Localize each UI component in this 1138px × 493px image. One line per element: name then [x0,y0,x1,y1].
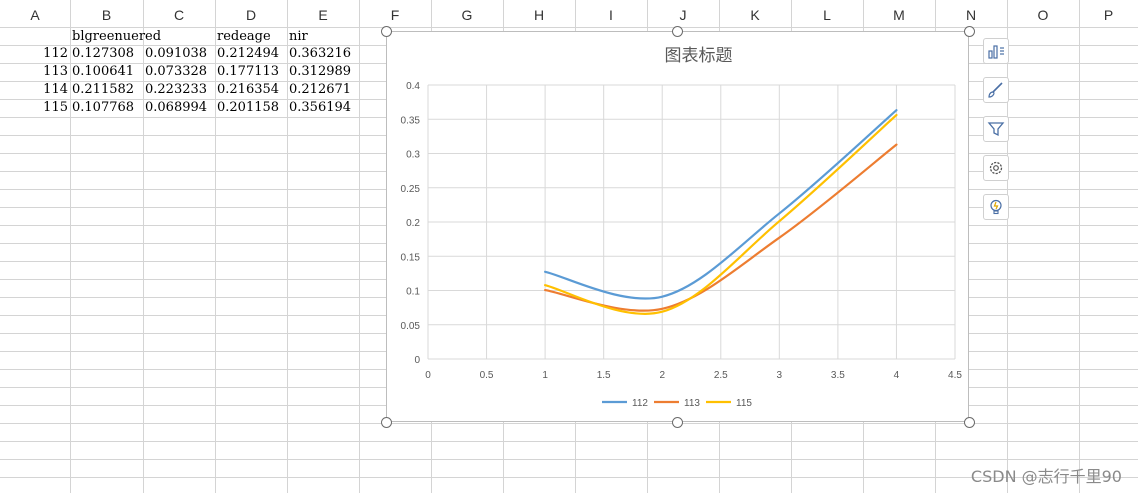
column-header-n[interactable]: N [935,0,1007,27]
x-tick-label: 1 [542,370,548,381]
chart-frame[interactable]: 图表标题 0 0.05 0.1 0.15 0.2 0.25 0.3 0.35 0.4 0 0.5 1 1.… [386,31,969,422]
x-tick-label: 3 [777,370,783,381]
data-cell[interactable]: 0.073328 [143,63,207,81]
data-cell[interactable]: 0.100641 [70,63,134,81]
chart-side-button[interactable] [983,38,1009,64]
x-tick-label: 0.5 [480,370,494,381]
resize-handle[interactable] [964,417,975,428]
resize-handle[interactable] [672,26,683,37]
column-header-row: ABCDEFGHIJKLMNOP [0,0,1138,28]
chart-settings-gear-icon [987,159,1005,177]
y-tick-label: 0.2 [406,218,420,229]
column-header-m[interactable]: M [863,0,935,27]
chart-side-button[interactable] [983,116,1009,142]
data-cell[interactable]: 0.212494 [215,45,279,63]
chart-style-brush-icon [987,81,1005,99]
column-separator [1007,0,1008,493]
x-tick-label: 1.5 [597,370,611,381]
chart-side-button[interactable] [983,194,1009,220]
data-cell[interactable]: 0.107768 [70,99,134,117]
y-tick-label: 0.35 [401,115,421,126]
y-tick-label: 0.3 [406,150,420,161]
chart-filter-icon [987,120,1005,138]
x-tick-label: 4.5 [948,370,962,381]
column-header-b[interactable]: B [70,0,143,27]
column-header-p[interactable]: P [1079,0,1138,27]
column-header-a[interactable]: A [0,0,70,27]
x-tick-label: 2.5 [714,370,728,381]
data-cell[interactable]: 0.356194 [287,99,351,117]
resize-handle[interactable] [672,417,683,428]
resize-handle[interactable] [964,26,975,37]
row-label-cell[interactable]: 113 [0,63,70,81]
data-cell[interactable]: 0.211582 [70,81,134,99]
row-separator [0,477,1138,478]
row-label-cell[interactable]: 112 [0,45,70,63]
chart-title: 图表标题 [665,46,733,66]
chart-side-button[interactable] [983,155,1009,181]
x-tick-label: 4 [894,370,900,381]
header-cell[interactable]: redeage [215,28,271,46]
data-cell[interactable]: 0.223233 [143,81,207,99]
column-header-e[interactable]: E [287,0,359,27]
line-chart: 图表标题 0 0.05 0.1 0.15 0.2 0.25 0.3 0.35 0.4 0 0.5 1 1.… [401,46,963,409]
y-tick-label: 0.05 [401,321,421,332]
lightbulb-icon [987,198,1005,216]
legend-label-113: 113 [684,398,700,409]
data-cell[interactable]: 0.177113 [215,63,279,81]
data-cell[interactable]: 0.201158 [215,99,279,117]
resize-handle[interactable] [381,26,392,37]
header-cell[interactable]: nir [287,28,308,46]
column-header-j[interactable]: J [647,0,719,27]
chart-elements-icon [987,43,1005,59]
column-header-f[interactable]: F [359,0,431,27]
y-tick-label: 0.25 [401,184,421,195]
row-label-cell[interactable]: 115 [0,99,70,117]
column-header-k[interactable]: K [719,0,791,27]
y-tick-label: 0.4 [406,81,420,92]
chart-side-button[interactable] [983,77,1009,103]
data-cell[interactable]: 0.312989 [287,63,351,81]
data-cell[interactable]: 0.127308 [70,45,134,63]
row-separator [0,459,1138,460]
column-header-g[interactable]: G [431,0,503,27]
header-cell[interactable]: blgreenuered [70,28,161,46]
y-tick-label: 0 [414,355,420,366]
column-header-d[interactable]: D [215,0,287,27]
column-header-h[interactable]: H [503,0,575,27]
x-tick-label: 3.5 [831,370,845,381]
data-cell[interactable]: 0.216354 [215,81,279,99]
row-separator [0,441,1138,442]
watermark: CSDN @志行千里90 [970,467,1122,486]
column-header-l[interactable]: L [791,0,863,27]
data-cell[interactable]: 0.068994 [143,99,207,117]
resize-handle[interactable] [381,417,392,428]
column-header-i[interactable]: I [575,0,647,27]
column-header-o[interactable]: O [1007,0,1079,27]
column-separator [1079,0,1080,493]
data-cell[interactable]: 0.212671 [287,81,351,99]
data-cell[interactable]: 0.363216 [287,45,351,63]
legend-label-112: 112 [632,398,648,409]
column-separator [359,0,360,493]
legend-label-115: 115 [736,398,752,409]
x-tick-label: 2 [659,370,665,381]
row-label-cell[interactable]: 114 [0,81,70,99]
x-tick-label: 0 [425,370,431,381]
y-tick-label: 0.1 [406,287,420,298]
data-cell[interactable]: 0.091038 [143,45,207,63]
y-tick-label: 0.15 [401,252,421,263]
column-header-c[interactable]: C [143,0,215,27]
